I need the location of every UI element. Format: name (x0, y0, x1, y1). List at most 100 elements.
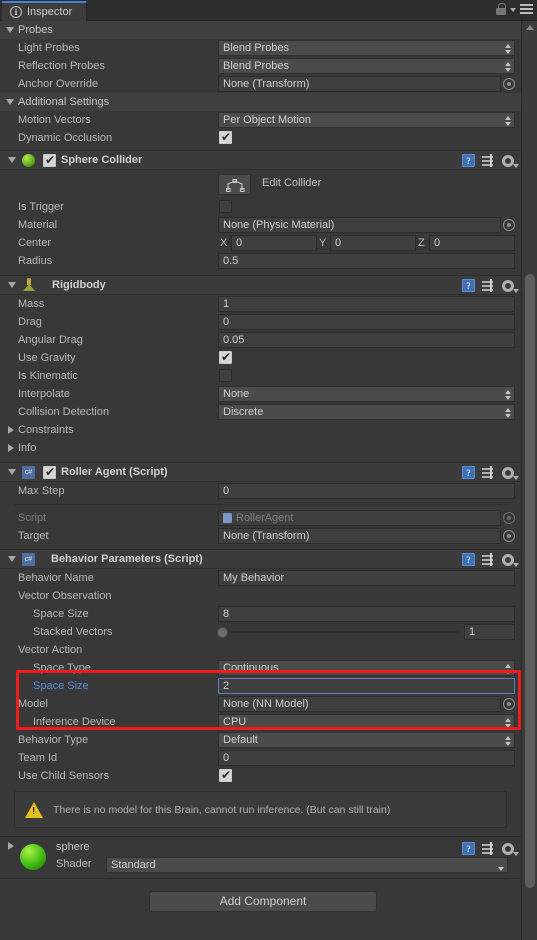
behavior-type-dropdown[interactable]: Default (218, 732, 515, 748)
max-step-input[interactable]: 0 (218, 483, 515, 499)
triangle-closed-icon (8, 444, 14, 452)
inference-device-value: CPU (223, 716, 247, 728)
preset-icon[interactable] (482, 279, 495, 292)
use-gravity-checkbox[interactable] (219, 350, 232, 364)
triangle-closed-icon[interactable] (8, 842, 14, 850)
row-info[interactable]: Info (0, 439, 521, 457)
section-additional-settings[interactable]: Additional Settings (0, 93, 521, 111)
lock-icon[interactable] (496, 3, 506, 16)
help-icon[interactable]: ? (462, 279, 475, 292)
material-shader-label: Shader (56, 858, 92, 870)
action-space-size-input[interactable]: 2 (218, 678, 515, 694)
preset-icon[interactable] (482, 553, 495, 566)
help-icon[interactable]: ? (462, 466, 475, 479)
triangle-open-icon (8, 157, 16, 163)
help-icon[interactable]: ? (462, 154, 475, 167)
mass-field: 1 (218, 296, 515, 312)
hamburger-menu-icon[interactable] (520, 3, 533, 16)
component-header-roller-agent[interactable]: c# Roller Agent (Script) ? (0, 462, 521, 482)
material-shader-value: Standard (111, 859, 156, 871)
vertical-scrollbar[interactable] (521, 21, 537, 940)
row-constraints[interactable]: Constraints (0, 421, 521, 439)
light-probes-dropdown[interactable]: Blend Probes (218, 40, 515, 56)
stacked-vectors-slider-handle[interactable] (217, 627, 228, 638)
use-child-sensors-checkbox[interactable] (219, 768, 232, 782)
collision-detection-dropdown[interactable]: Discrete (218, 404, 515, 420)
dynamic-occlusion-checkbox[interactable] (219, 130, 232, 144)
row-motion-vectors: Motion Vectors Per Object Motion (0, 111, 521, 129)
center-z-input[interactable]: 0 (429, 235, 515, 251)
gear-icon[interactable] (502, 842, 519, 856)
dropdown-arrows-icon (505, 736, 511, 746)
triangle-open-icon (6, 99, 14, 105)
help-icon[interactable]: ? (462, 842, 475, 855)
row-behavior-name-label: Behavior Name (18, 572, 94, 584)
add-component-button[interactable]: Add Component (149, 891, 377, 912)
dropdown-arrows-icon (505, 62, 511, 72)
tab-inspector[interactable]: i Inspector (2, 1, 88, 21)
row-behavior-name: Behavior Name My Behavior (0, 569, 521, 587)
interpolate-dropdown[interactable]: None (218, 386, 515, 402)
is-kinematic-checkbox[interactable] (219, 369, 232, 382)
scroll-down-arrow[interactable] (522, 928, 537, 940)
script-picker-icon[interactable] (503, 512, 515, 524)
stacked-vectors-slider-track[interactable] (218, 631, 461, 633)
center-y-input[interactable]: 0 (330, 235, 416, 251)
target-picker-icon[interactable] (503, 530, 515, 542)
observation-space-size-input[interactable]: 8 (218, 606, 515, 622)
sphere-collider-enabled-checkbox[interactable] (43, 153, 56, 167)
gear-icon[interactable] (502, 154, 519, 168)
triangle-open-icon (8, 469, 16, 475)
edit-collider-button[interactable] (218, 174, 251, 195)
material-shader-dropdown[interactable]: Standard (106, 857, 508, 873)
anchor-override-objectfield[interactable]: None (Transform) (218, 76, 501, 92)
gear-icon[interactable] (502, 466, 519, 480)
sphere-collider-icon (22, 153, 35, 167)
mass-input[interactable]: 1 (218, 296, 515, 312)
row-dynamic-occlusion-label: Dynamic Occlusion (18, 132, 113, 144)
anchor-override-picker-icon[interactable] (503, 78, 515, 90)
inference-device-dropdown[interactable]: CPU (218, 714, 515, 730)
roller-agent-enabled-checkbox[interactable] (43, 465, 56, 479)
motion-vectors-dropdown[interactable]: Per Object Motion (218, 112, 515, 128)
angular-drag-input[interactable]: 0.05 (218, 332, 515, 348)
add-component-area: Add Component (0, 878, 521, 922)
model-picker-icon[interactable] (503, 698, 515, 710)
row-target: Target None (Transform) (0, 527, 521, 545)
target-value: None (Transform) (223, 530, 310, 542)
rigidbody-icon (22, 278, 36, 292)
chevron-down-icon[interactable] (510, 7, 516, 12)
target-objectfield[interactable]: None (Transform) (218, 528, 501, 544)
action-space-type-dropdown[interactable]: Continuous (218, 660, 515, 676)
scrollbar-thumb[interactable] (525, 274, 535, 888)
component-header-sphere-collider[interactable]: Sphere Collider ? (0, 150, 521, 170)
scroll-up-arrow[interactable] (522, 21, 537, 33)
gear-icon[interactable] (502, 553, 519, 567)
collider-material-objectfield[interactable]: None (Physic Material) (218, 217, 501, 233)
is-trigger-checkbox[interactable] (219, 200, 232, 213)
stacked-vectors-value-input[interactable]: 1 (464, 624, 515, 640)
gear-icon[interactable] (502, 279, 519, 293)
row-info-label: Info (18, 442, 37, 454)
row-vector-observation-label: Vector Observation (18, 590, 112, 602)
team-id-input[interactable]: 0 (218, 750, 515, 766)
component-header-behavior-parameters[interactable]: c# Behavior Parameters (Script) ? (0, 549, 521, 569)
row-interpolate-label: Interpolate (18, 388, 70, 400)
collider-material-picker-icon[interactable] (503, 219, 515, 231)
help-icon[interactable]: ? (462, 553, 475, 566)
component-header-rigidbody[interactable]: Rigidbody ? (0, 275, 521, 295)
section-probes[interactable]: Probes (0, 21, 521, 39)
script-objectfield[interactable]: RollerAgent (218, 510, 501, 526)
reflection-probes-dropdown[interactable]: Blend Probes (218, 58, 515, 74)
model-objectfield[interactable]: None (NN Model) (218, 696, 501, 712)
row-motion-vectors-label: Motion Vectors (18, 114, 91, 126)
preset-icon[interactable] (482, 154, 495, 167)
behavior-name-input[interactable]: My Behavior (218, 570, 515, 586)
center-x-input[interactable]: 0 (231, 235, 317, 251)
preset-icon[interactable] (482, 466, 495, 479)
section-probes-label: Probes (18, 24, 53, 36)
drag-input[interactable]: 0 (218, 314, 515, 330)
preset-icon[interactable] (482, 842, 495, 855)
collider-radius-input[interactable]: 0.5 (218, 253, 515, 269)
drag-field: 0 (218, 314, 515, 330)
